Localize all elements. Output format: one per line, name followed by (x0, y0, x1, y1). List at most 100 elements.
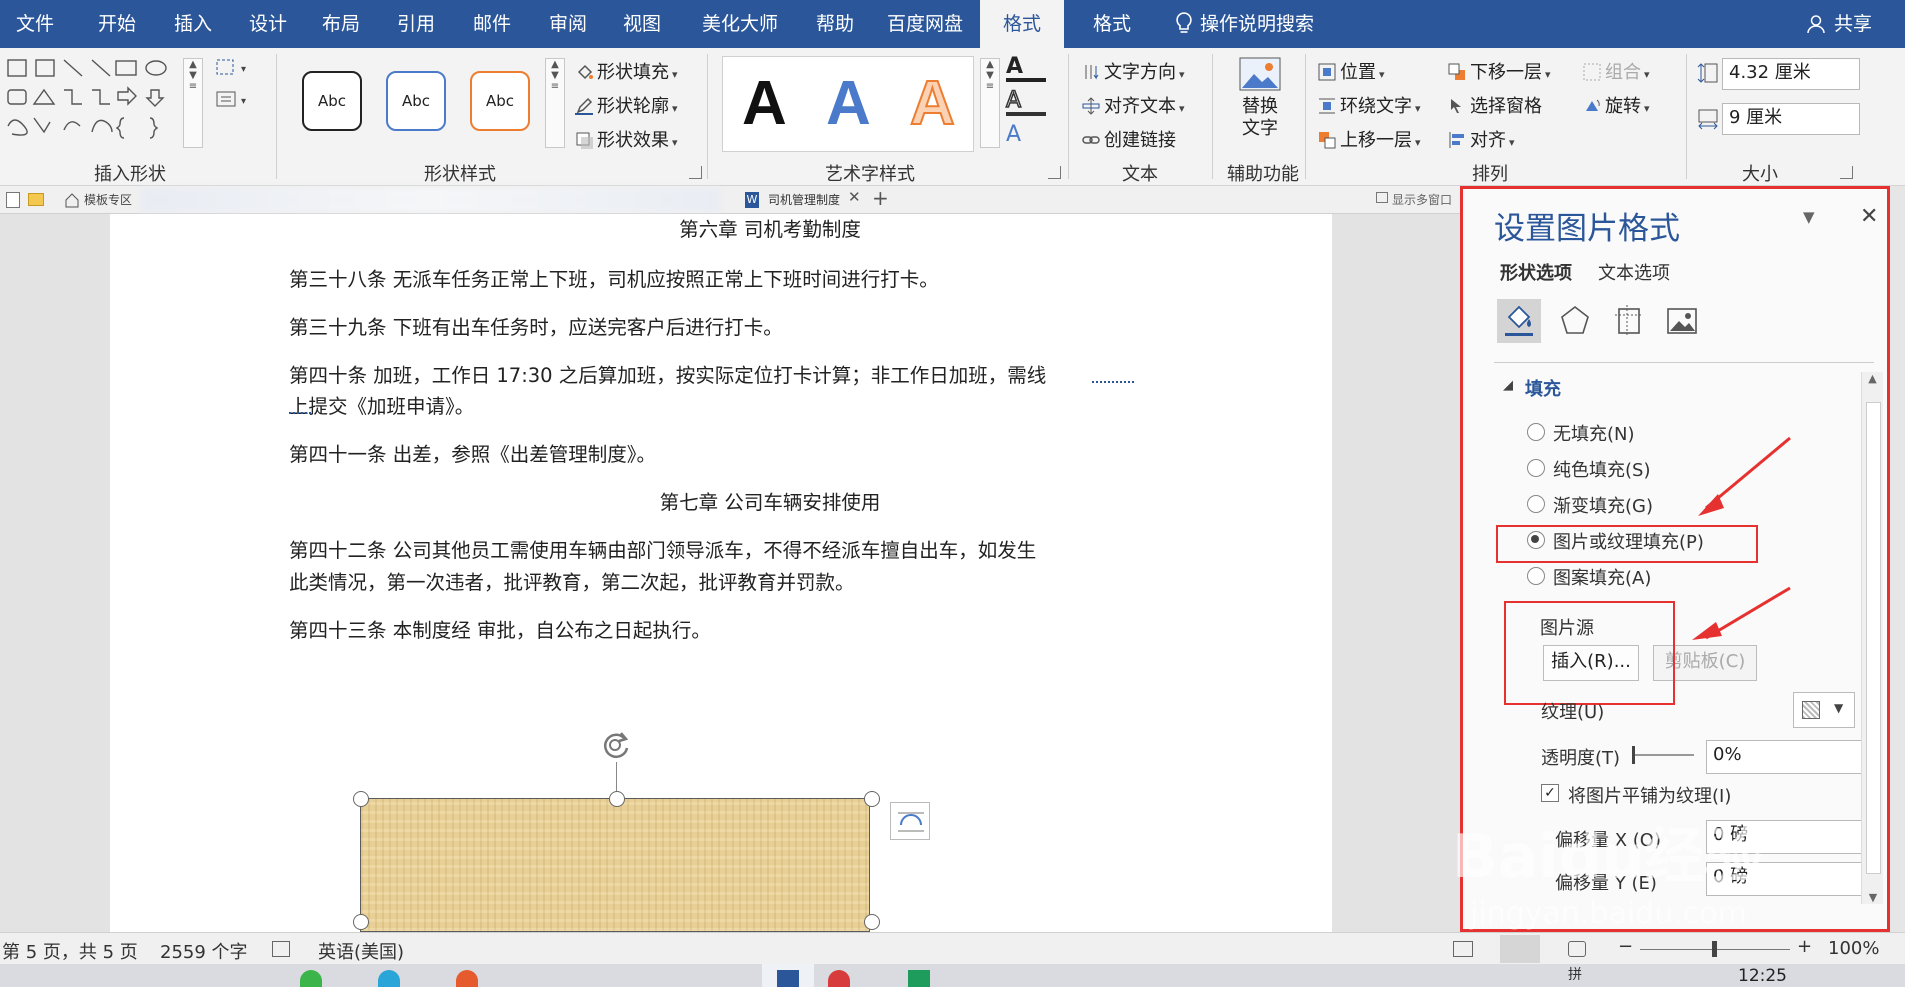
resize-handle[interactable] (864, 914, 880, 930)
group-button[interactable]: 组合 ▾ (1583, 58, 1650, 84)
shapes-gallery-scroll[interactable]: ▲ ▼ ≡ (183, 58, 203, 148)
close-pane-icon[interactable]: ✕ (1860, 204, 1878, 229)
dialog-launcher[interactable] (1048, 166, 1061, 179)
tab-help[interactable]: 帮助 (800, 0, 870, 48)
taskbar-app-icon[interactable] (300, 970, 322, 987)
tab-text-options[interactable]: 文本选项 (1598, 259, 1670, 285)
radio-no-fill[interactable] (1527, 423, 1545, 441)
picture-options-icon[interactable] (1660, 299, 1704, 343)
word-count[interactable]: 2559 个字 (160, 938, 248, 964)
page-count[interactable]: 第 5 页，共 5 页 (2, 938, 138, 964)
send-backward-button[interactable]: 下移一层 ▾ (1448, 58, 1551, 84)
radio-pattern-fill[interactable] (1527, 567, 1545, 585)
shape-fill-button[interactable]: 形状填充 ▾ (575, 58, 678, 84)
tab-insert[interactable]: 插入 (158, 0, 228, 48)
tab-references[interactable]: 引用 (381, 0, 451, 48)
style-gallery-scroll[interactable]: ▲ ▼ ≡ (545, 58, 565, 148)
wordart-black[interactable]: A (742, 68, 787, 139)
tab-beautify[interactable]: 美化大师 (690, 0, 790, 48)
zoom-in-icon[interactable]: + (1797, 936, 1812, 957)
resize-handle[interactable] (353, 914, 369, 930)
tab-baidu-netdisk[interactable]: 百度网盘 (875, 0, 975, 48)
dialog-launcher[interactable] (689, 166, 702, 179)
resize-handle[interactable] (609, 791, 625, 807)
shape-effect-button[interactable]: 形状效果 ▾ (575, 126, 678, 152)
zoom-level[interactable]: 100% (1828, 938, 1879, 959)
radio-gradient-fill[interactable] (1527, 495, 1545, 513)
selection-pane-button[interactable]: 选择窗格 (1448, 92, 1542, 118)
wordart-orange[interactable]: A (909, 68, 956, 139)
bring-forward-button[interactable]: 上移一层 ▾ (1318, 126, 1421, 152)
transparency-slider-thumb[interactable] (1632, 746, 1635, 764)
wordart-gallery-scroll[interactable]: ▲ ▼ ≡ (980, 58, 1000, 148)
tab-format-picture[interactable]: 格式 (1075, 0, 1149, 48)
tab-design[interactable]: 设计 (233, 0, 303, 48)
wrap-text-button[interactable]: 环绕文字 ▾ (1318, 92, 1421, 118)
effects-icon[interactable] (1553, 299, 1597, 343)
rotate-handle-icon[interactable] (597, 727, 633, 763)
close-tab-icon[interactable]: ✕ (848, 188, 861, 206)
pane-scrollbar-thumb[interactable] (1866, 402, 1881, 874)
print-layout-icon[interactable] (1500, 935, 1540, 963)
input-method-icon[interactable]: 拼 (1568, 964, 1588, 987)
tile-checkbox[interactable]: ✓ (1541, 784, 1559, 802)
taskbar-app-icon[interactable] (378, 970, 400, 987)
transparency-slider[interactable] (1634, 754, 1694, 756)
collapse-arrow-icon[interactable]: ◢ (1503, 378, 1513, 393)
tab-layout[interactable]: 布局 (306, 0, 376, 48)
add-tab-button[interactable]: + (872, 186, 889, 210)
dialog-launcher[interactable] (1840, 166, 1853, 179)
align-button[interactable]: 对齐 ▾ (1448, 126, 1515, 152)
shape-outline-button[interactable]: 形状轮廓 ▾ (575, 92, 678, 118)
style-preset-orange[interactable]: Abc (470, 71, 530, 131)
transparency-input[interactable]: 0% (1706, 740, 1864, 774)
layout-options-icon[interactable] (890, 802, 930, 840)
pane-scrollbar[interactable]: ▲ ▼ (1861, 372, 1883, 904)
shape-width-input[interactable]: 9 厘米 (1722, 103, 1860, 135)
shapes-gallery[interactable] (6, 56, 206, 146)
fill-section-header[interactable]: 填充 (1525, 375, 1561, 401)
new-doc-icon[interactable] (6, 192, 20, 208)
folder-icon[interactable] (28, 193, 44, 206)
web-layout-icon[interactable] (1568, 941, 1586, 957)
resize-handle[interactable] (353, 791, 369, 807)
language[interactable]: 英语(美国) (318, 938, 404, 964)
pane-menu-icon[interactable]: ▼ (1803, 208, 1815, 226)
read-mode-icon[interactable] (1453, 941, 1473, 957)
style-preset-blue[interactable]: Abc (386, 71, 446, 131)
text-outline-button[interactable]: A (1005, 87, 1046, 116)
zoom-slider-thumb[interactable] (1712, 941, 1717, 957)
share-button[interactable]: 共享 (1828, 0, 1878, 48)
taskbar-app-icon[interactable] (908, 970, 930, 987)
style-preset-black[interactable]: Abc (302, 71, 362, 131)
radio-solid-fill[interactable] (1527, 459, 1545, 477)
text-effect-button[interactable]: A (1006, 122, 1046, 150)
taskbar-app-icon[interactable] (456, 970, 478, 987)
layout-properties-icon[interactable] (1607, 299, 1651, 343)
resize-handle[interactable] (864, 791, 880, 807)
tab-review[interactable]: 审阅 (533, 0, 603, 48)
tab-shape-options[interactable]: 形状选项 (1500, 259, 1572, 285)
textured-shape[interactable] (360, 798, 870, 932)
rotate-button[interactable]: 旋转 ▾ (1583, 92, 1650, 118)
taskbar-app-icon[interactable] (828, 970, 850, 987)
zoom-out-icon[interactable]: − (1618, 936, 1633, 957)
shape-height-input[interactable]: 4.32 厘米 (1722, 58, 1860, 90)
tell-me-search[interactable]: 操作说明搜索 (1200, 0, 1350, 48)
taskbar-clock[interactable]: 12:25 (1738, 966, 1787, 986)
position-button[interactable]: 位置 ▾ (1318, 58, 1385, 84)
active-doc-tab[interactable]: 司机管理制度 (768, 191, 840, 208)
texture-picker[interactable]: ▼ (1793, 692, 1855, 728)
create-link-button[interactable]: 创建链接 (1082, 126, 1176, 152)
taskbar-word-active[interactable] (762, 964, 814, 987)
template-tab[interactable]: 模板专区 (84, 191, 132, 208)
tab-mailings[interactable]: 邮件 (457, 0, 527, 48)
text-fill-button[interactable]: A (1006, 54, 1046, 82)
text-direction-button[interactable]: 文字方向 ▾ (1082, 58, 1185, 84)
proofing-icon[interactable] (272, 941, 290, 957)
tab-format-drawing[interactable]: 格式 (980, 0, 1064, 48)
tab-home[interactable]: 开始 (82, 0, 152, 48)
tab-file[interactable]: 文件 (0, 0, 70, 48)
multi-window-button[interactable]: 显示多窗口 (1392, 191, 1452, 208)
draw-textbox-icon[interactable]: ▾ (215, 88, 255, 110)
